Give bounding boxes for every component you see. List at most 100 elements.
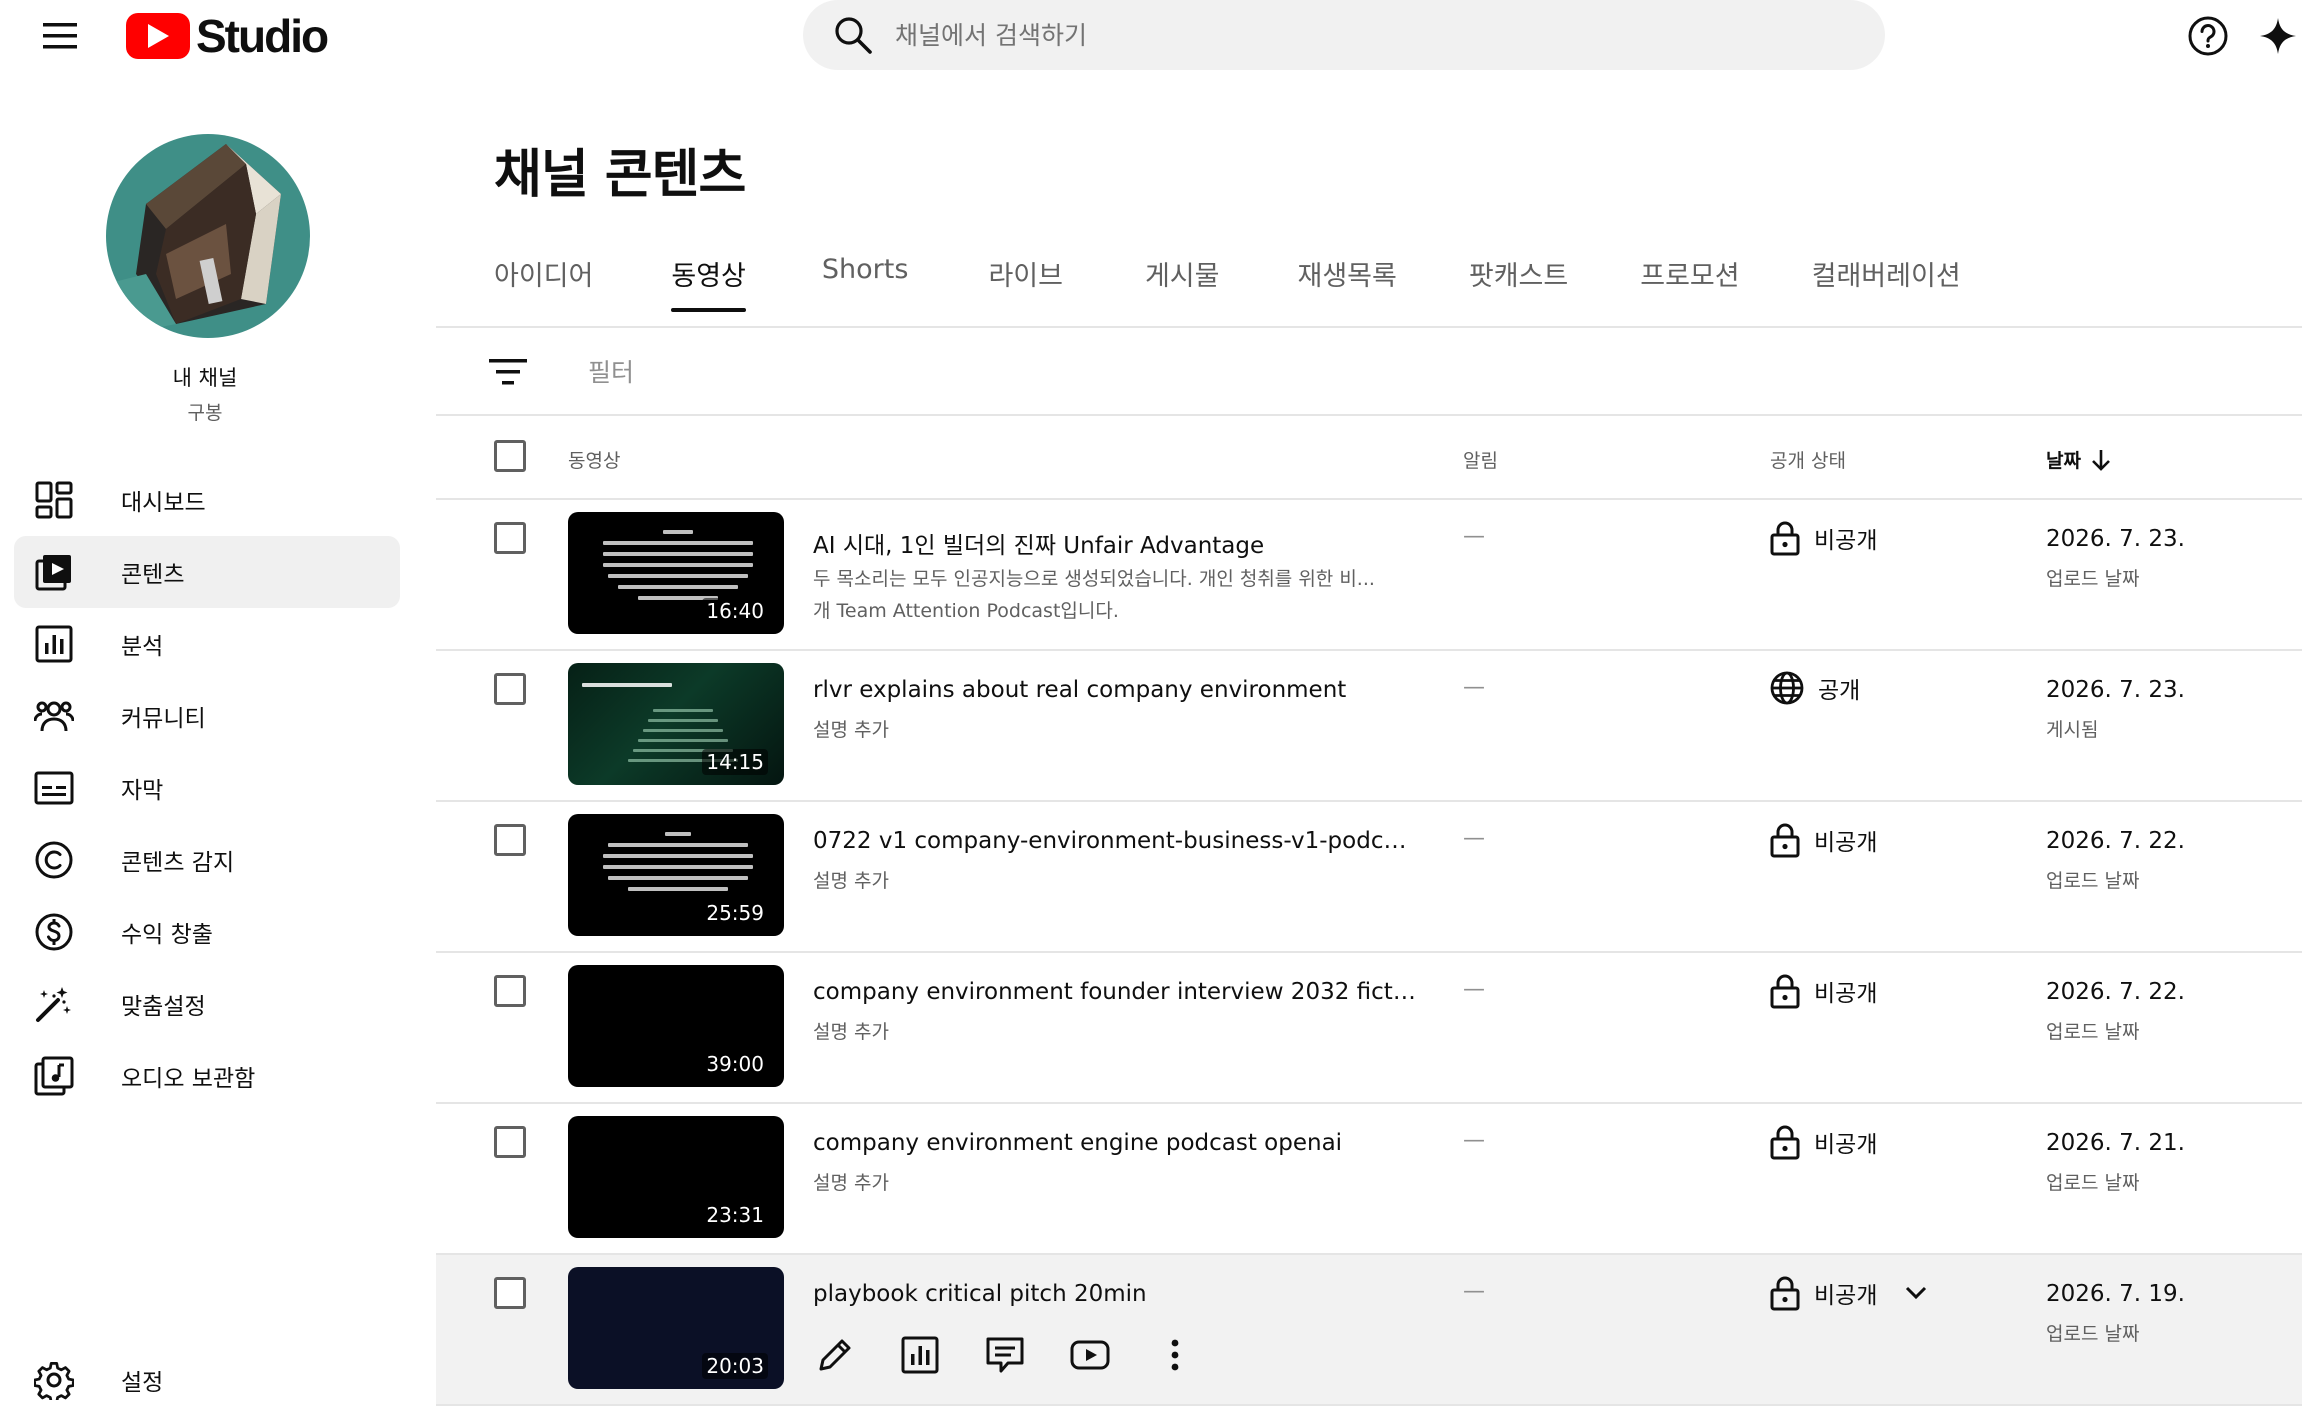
arrow-down-icon <box>2092 449 2110 471</box>
video-thumbnail[interactable]: 39:00 <box>568 965 784 1087</box>
visibility-dropdown[interactable]: 비공개 <box>1770 1275 1927 1311</box>
sidebar-item-subtitles[interactable]: 자막 <box>14 752 400 824</box>
select-all-checkbox[interactable] <box>494 440 526 472</box>
add-description-link[interactable]: 설명 추가 <box>813 713 1403 747</box>
sidebar-item-analytics[interactable]: 분석 <box>14 608 400 680</box>
youtube-icon[interactable] <box>1068 1333 1112 1377</box>
thumbnail-text <box>598 530 758 607</box>
video-date-type: 게시됨 <box>2046 719 2099 741</box>
visibility-label: 비공개 <box>1814 1132 1878 1158</box>
table-row[interactable]: 25:59 0722 v1 company-environment-busine… <box>436 802 2302 953</box>
tab-playlists[interactable]: 재생목록 <box>1298 242 1397 312</box>
channel-avatar[interactable] <box>106 134 310 338</box>
more-icon[interactable] <box>1153 1333 1197 1377</box>
filter-input[interactable] <box>588 352 1188 392</box>
video-title[interactable]: playbook critical pitch 20min <box>813 1281 1418 1307</box>
visibility-label: 비공개 <box>1814 528 1878 554</box>
video-title[interactable]: AI 시대, 1인 빌더의 진짜 Unfair Advantage <box>813 526 1418 560</box>
row-checkbox[interactable] <box>494 673 526 705</box>
sidebar-item-settings[interactable]: 설정 <box>14 1344 400 1406</box>
video-description: 두 목소리는 모두 인공지능으로 생성되었습니다. 개인 청취를 위한 비...… <box>813 562 1403 628</box>
filter-icon[interactable] <box>488 352 528 392</box>
column-header-video: 동영상 <box>568 450 621 472</box>
sidebar-item-dashboard[interactable]: 대시보드 <box>14 464 400 536</box>
top-bar: Studio <box>0 0 2302 72</box>
visibility-label: 비공개 <box>1814 1283 1878 1309</box>
column-header-visibility: 공개 상태 <box>1770 450 1846 472</box>
video-title[interactable]: rlvr explains about real company environ… <box>813 677 1418 703</box>
video-title[interactable]: company environment engine podcast opena… <box>813 1130 1418 1156</box>
tab-ideas[interactable]: 아이디어 <box>494 242 593 312</box>
sidebar-item-customization[interactable]: 맞춤설정 <box>14 968 400 1040</box>
add-description-link[interactable]: 설명 추가 <box>813 1166 1403 1200</box>
video-duration: 14:15 <box>702 749 768 775</box>
tab-videos[interactable]: 동영상 <box>671 242 746 312</box>
tab-live[interactable]: 라이브 <box>988 242 1063 312</box>
filter-bar <box>436 328 2302 414</box>
table-row[interactable]: 16:40 AI 시대, 1인 빌더의 진짜 Unfair Advantage … <box>436 500 2302 651</box>
tab-shorts[interactable]: Shorts <box>822 242 909 312</box>
lock-icon <box>1770 1125 1800 1160</box>
video-title[interactable]: 0722 v1 company-environment-business-v1-… <box>813 828 1418 854</box>
video-thumbnail[interactable]: 25:59 <box>568 814 784 936</box>
analytics-icon[interactable] <box>898 1333 942 1377</box>
page-title: 채널 콘텐츠 <box>494 145 746 205</box>
table-row[interactable]: 39:00 company environment founder interv… <box>436 953 2302 1104</box>
sparkle-icon[interactable] <box>2254 12 2302 60</box>
search-icon[interactable] <box>831 13 875 57</box>
notification-value: — <box>1463 977 1485 1002</box>
notification-value: — <box>1463 1279 1485 1304</box>
row-checkbox[interactable] <box>494 522 526 554</box>
analytics-icon <box>34 624 74 664</box>
visibility-status[interactable]: 비공개 <box>1770 822 1877 858</box>
help-icon[interactable] <box>2184 12 2232 60</box>
sidebar-item-monetization[interactable]: 수익 창출 <box>14 896 400 968</box>
visibility-status[interactable]: 비공개 <box>1770 973 1877 1009</box>
sidebar-item-community[interactable]: 커뮤니티 <box>14 680 400 752</box>
video-duration: 16:40 <box>702 598 768 624</box>
video-thumbnail[interactable]: 14:15 <box>568 663 784 785</box>
table-row[interactable]: 14:15 rlvr explains about real company e… <box>436 651 2302 802</box>
sidebar-item-label: 자막 <box>121 778 164 804</box>
visibility-label: 비공개 <box>1814 830 1878 856</box>
table-header: 동영상 알림 공개 상태 날짜 <box>436 416 2302 498</box>
notification-value: — <box>1463 524 1485 549</box>
tab-collaborations[interactable]: 컬래버레이션 <box>1812 242 1961 312</box>
menu-icon[interactable] <box>38 16 82 56</box>
table-row[interactable]: 23:31 company environment engine podcast… <box>436 1104 2302 1255</box>
add-description-link[interactable]: 설명 추가 <box>813 864 1403 898</box>
video-duration: 20:03 <box>702 1353 768 1379</box>
channel-search-bar[interactable] <box>803 0 1885 70</box>
studio-logo[interactable]: Studio <box>126 8 329 64</box>
content-icon <box>34 552 74 592</box>
video-thumbnail[interactable]: 20:03 <box>568 1267 784 1389</box>
customization-icon <box>34 984 74 1024</box>
table-row[interactable]: 20:03 playbook critical pitch 20min — 비공… <box>436 1255 2302 1406</box>
video-thumbnail[interactable]: 16:40 <box>568 512 784 634</box>
comments-icon[interactable] <box>983 1333 1027 1377</box>
tab-promotions[interactable]: 프로모션 <box>1640 242 1739 312</box>
visibility-label: 비공개 <box>1814 981 1878 1007</box>
video-title[interactable]: company environment founder interview 20… <box>813 979 1418 1005</box>
visibility-status[interactable]: 비공개 <box>1770 520 1877 556</box>
sidebar-item-audio-library[interactable]: 오디오 보관함 <box>14 1040 400 1112</box>
search-input[interactable] <box>895 20 1795 50</box>
visibility-status[interactable]: 공개 <box>1770 671 1860 705</box>
visibility-status[interactable]: 비공개 <box>1770 1124 1877 1160</box>
tab-posts[interactable]: 게시물 <box>1145 242 1220 312</box>
row-checkbox[interactable] <box>494 1126 526 1158</box>
channel-handle: 구봉 <box>187 402 223 424</box>
video-date: 2026. 7. 21. <box>2046 1130 2185 1156</box>
row-checkbox[interactable] <box>494 824 526 856</box>
thumbnail-text <box>598 832 758 898</box>
tab-podcasts[interactable]: 팟캐스트 <box>1469 242 1568 312</box>
sidebar-item-content[interactable]: 콘텐츠 <box>14 536 400 608</box>
notification-value: — <box>1463 826 1485 851</box>
sidebar-item-copyright[interactable]: 콘텐츠 감지 <box>14 824 400 896</box>
column-header-date[interactable]: 날짜 <box>2046 446 2111 473</box>
row-checkbox[interactable] <box>494 975 526 1007</box>
edit-icon[interactable] <box>813 1333 857 1377</box>
add-description-link[interactable]: 설명 추가 <box>813 1015 1403 1049</box>
video-thumbnail[interactable]: 23:31 <box>568 1116 784 1238</box>
row-checkbox[interactable] <box>494 1277 526 1309</box>
